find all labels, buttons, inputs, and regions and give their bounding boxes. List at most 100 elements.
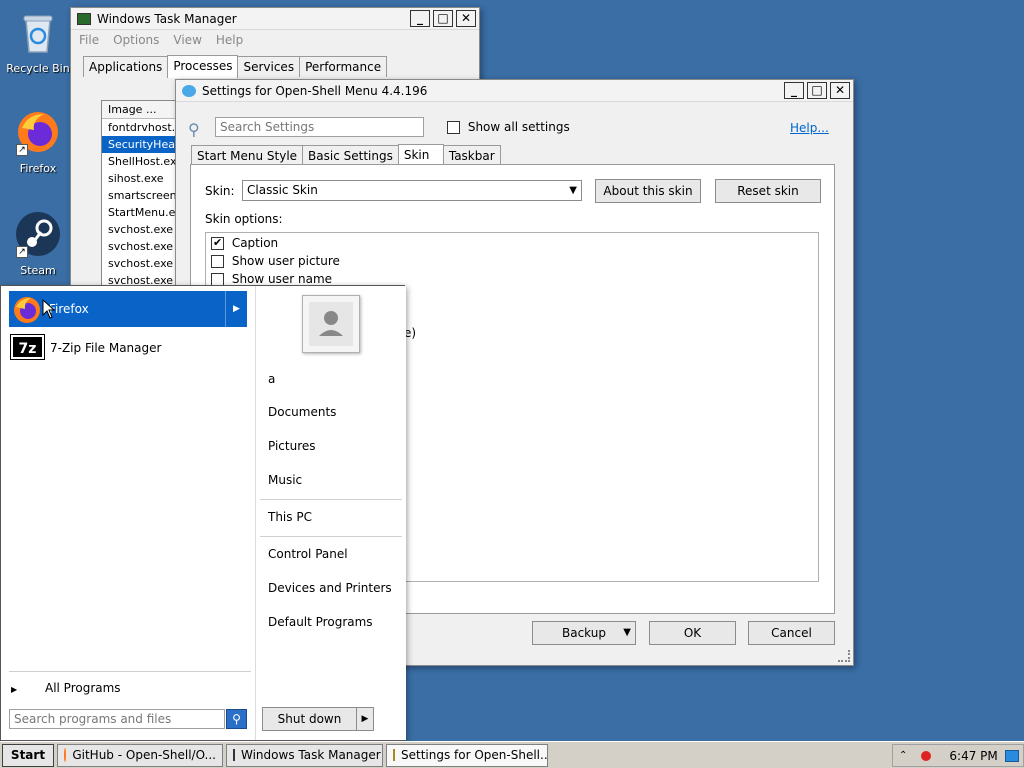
start-menu: Firefox ▶ 7z 7-Zip File Manager ▶ All Pr… xyxy=(0,285,406,741)
7zip-icon: 7z xyxy=(10,334,45,360)
about-skin-button[interactable]: About this skin xyxy=(595,179,701,203)
window-title: Windows Task Manager xyxy=(97,11,237,26)
shutdown-options-button[interactable]: ▶ xyxy=(356,707,374,731)
task-manager-titlebar[interactable]: Windows Task Manager _ □ ✕ xyxy=(71,8,479,30)
caret-right-icon: ▶ xyxy=(11,685,18,694)
process-row[interactable]: SecurityHeal xyxy=(102,136,175,153)
tab-services[interactable]: Services xyxy=(237,56,301,77)
task-manager-menubar: File Options View Help xyxy=(71,30,479,50)
search-button[interactable]: ⚲ xyxy=(226,709,247,729)
window-title: Settings for Open-Shell Menu 4.4.196 xyxy=(202,83,428,98)
start-button[interactable]: Start xyxy=(2,743,54,767)
place-pictures[interactable]: Pictures xyxy=(268,439,316,453)
chevron-down-icon: ▼ xyxy=(569,185,577,196)
firefox-icon xyxy=(64,748,67,762)
place-documents[interactable]: Documents xyxy=(268,405,336,419)
option-caption[interactable]: Caption xyxy=(211,236,278,250)
menu-options[interactable]: Options xyxy=(113,33,159,47)
show-all-settings[interactable]: Show all settings xyxy=(447,120,570,134)
menu-file[interactable]: File xyxy=(79,33,99,47)
user-name[interactable]: a xyxy=(268,372,275,386)
ok-button[interactable]: OK xyxy=(649,621,736,645)
show-user-picture-checkbox[interactable] xyxy=(211,255,224,268)
settings-titlebar[interactable]: Settings for Open-Shell Menu 4.4.196 _ □… xyxy=(176,80,853,102)
task-manager-tabs: Applications Processes Services Performa… xyxy=(71,54,479,78)
skin-label: Skin: xyxy=(205,184,235,198)
option-label: Caption xyxy=(231,236,279,250)
taskbar-button-firefox[interactable]: GitHub - Open-Shell/O... xyxy=(57,743,223,767)
caption-checkbox[interactable] xyxy=(211,236,224,250)
resize-grip-icon[interactable] xyxy=(838,650,850,662)
desktop-icon-firefox[interactable]: ↗ Firefox xyxy=(0,108,76,175)
chevron-up-icon[interactable]: ⌃ xyxy=(899,750,907,761)
place-default-programs[interactable]: Default Programs xyxy=(268,615,373,629)
close-button[interactable]: ✕ xyxy=(830,82,850,99)
desktop-icon-steam[interactable]: ↗ Steam xyxy=(0,210,76,277)
process-row[interactable]: sihost.exe xyxy=(102,170,175,187)
tab-applications[interactable]: Applications xyxy=(83,56,169,77)
backup-button[interactable]: Backup ▼ xyxy=(532,621,636,645)
place-devices-and-printers[interactable]: Devices and Printers xyxy=(268,581,392,595)
chevron-right-icon[interactable]: ▶ xyxy=(225,291,247,327)
place-control-panel[interactable]: Control Panel xyxy=(268,547,348,561)
search-icon: ⚲ xyxy=(188,120,200,139)
shutdown-button[interactable]: Shut down xyxy=(262,707,357,731)
task-manager-icon xyxy=(77,12,91,25)
firefox-icon xyxy=(12,295,42,328)
taskbar-button-settings[interactable]: Settings for Open-Shell... xyxy=(386,743,548,767)
help-link[interactable]: Help... xyxy=(790,121,829,135)
taskbar: Start GitHub - Open-Shell/O... Windows T… xyxy=(0,741,1024,768)
process-row[interactable]: svchost.exe xyxy=(102,238,175,255)
taskbar-button-label: GitHub - Open-Shell/O... xyxy=(72,748,216,762)
reset-skin-button[interactable]: Reset skin xyxy=(715,179,821,203)
process-row[interactable]: svchost.exe xyxy=(102,255,175,272)
separator xyxy=(9,671,251,672)
task-manager-icon xyxy=(233,749,235,761)
tab-basic-settings[interactable]: Basic Settings xyxy=(302,145,399,166)
process-rows: fontdrvhost. SecurityHeal ShellHost.ex siho… xyxy=(102,119,175,289)
skin-select[interactable]: Classic Skin ▼ xyxy=(242,180,582,201)
taskbar-button-task-manager[interactable]: Windows Task Manager xyxy=(226,743,383,767)
desktop-icon-recycle-bin[interactable]: Recycle Bin xyxy=(0,8,76,75)
clock[interactable]: 6:47 PM xyxy=(949,749,997,763)
maximize-button[interactable]: □ xyxy=(807,82,827,99)
start-menu-places: a Documents Pictures Music This PC Contr… xyxy=(255,286,406,740)
desktop-icon-label: Firefox xyxy=(19,162,57,175)
process-row[interactable]: fontdrvhost. xyxy=(102,119,175,136)
all-programs-item[interactable]: ▶ All Programs xyxy=(11,681,249,695)
place-music[interactable]: Music xyxy=(268,473,302,487)
minimize-button[interactable]: _ xyxy=(784,82,804,99)
mouse-cursor-icon xyxy=(42,299,56,319)
tab-start-menu-style[interactable]: Start Menu Style xyxy=(191,145,304,166)
separator xyxy=(260,499,402,500)
shortcut-arrow-icon: ↗ xyxy=(16,246,28,258)
tab-processes[interactable]: Processes xyxy=(167,55,239,78)
menu-view[interactable]: View xyxy=(173,33,201,47)
close-button[interactable]: ✕ xyxy=(456,10,476,27)
process-row[interactable]: ShellHost.ex xyxy=(102,153,175,170)
cancel-button[interactable]: Cancel xyxy=(748,621,835,645)
minimize-button[interactable]: _ xyxy=(410,10,430,27)
option-show-user-name[interactable]: Show user name xyxy=(211,272,332,286)
security-alert-icon[interactable] xyxy=(921,750,932,761)
option-show-user-picture[interactable]: Show user picture xyxy=(211,254,340,268)
show-all-checkbox[interactable] xyxy=(447,121,460,134)
process-list: Image ... fontdrvhost. SecurityHeal ShellH… xyxy=(101,100,176,300)
tab-performance[interactable]: Performance xyxy=(299,56,388,77)
show-desktop-icon[interactable] xyxy=(1005,749,1019,762)
start-search-input[interactable]: Search programs and files xyxy=(9,709,225,729)
maximize-button[interactable]: □ xyxy=(433,10,453,27)
taskbar-button-label: Settings for Open-Shell... xyxy=(401,748,548,762)
process-row[interactable]: svchost.exe xyxy=(102,221,175,238)
place-this-pc[interactable]: This PC xyxy=(268,510,312,524)
process-row[interactable]: StartMenu.e xyxy=(102,204,175,221)
column-header-image[interactable]: Image ... xyxy=(102,101,175,119)
menu-help[interactable]: Help xyxy=(216,33,243,47)
settings-search-input[interactable]: Search Settings xyxy=(215,117,424,137)
skin-options-label: Skin options: xyxy=(205,212,283,226)
process-row[interactable]: smartscreen xyxy=(102,187,175,204)
tab-taskbar[interactable]: Taskbar xyxy=(442,145,501,166)
open-shell-icon xyxy=(182,84,196,97)
program-item-7zip[interactable]: 7z 7-Zip File Manager xyxy=(9,333,247,363)
settings-tabs: Start Menu Style Basic Settings Skin Tas… xyxy=(191,143,501,167)
